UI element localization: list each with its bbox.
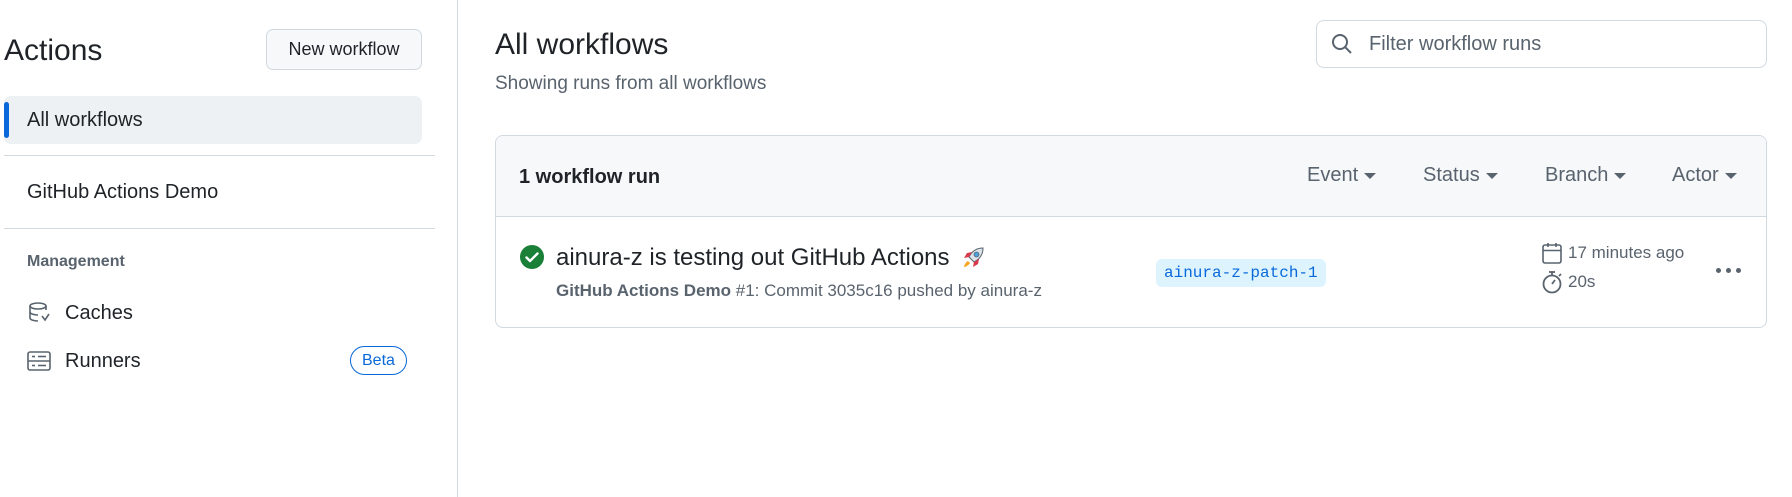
page-subtitle: Showing runs from all workflows [495, 73, 767, 94]
kebab-dot [1735, 267, 1741, 273]
run-time-ago: 17 minutes ago [1540, 241, 1684, 265]
sidebar-title: Actions [4, 34, 103, 67]
sidebar-item-caches[interactable]: Caches [27, 298, 133, 328]
caret-down-icon [1364, 172, 1377, 179]
sidebar: Actions New workflow All workflows GitHu… [0, 0, 458, 497]
runs-header: 1 workflow run Event Status Branch Actor [496, 136, 1766, 217]
rocket-icon [958, 243, 988, 273]
search-icon [1331, 32, 1355, 56]
beta-badge: Beta [350, 346, 407, 375]
time-ago-text: 17 minutes ago [1568, 243, 1685, 262]
dropdown-label: Branch [1545, 164, 1609, 186]
event-filter-dropdown[interactable]: Event [1307, 164, 1377, 187]
sidebar-item-all-workflows[interactable]: All workflows [4, 96, 422, 144]
divider [4, 155, 435, 156]
page-title: All workflows [495, 28, 669, 61]
stopwatch-icon [1540, 270, 1564, 294]
filter-workflow-runs-input[interactable] [1369, 32, 1749, 56]
branch-label[interactable]: ainura-z-patch-1 [1156, 259, 1326, 287]
caret-down-icon [1485, 172, 1498, 179]
sidebar-item-label: All workflows [27, 108, 143, 131]
run-duration: 20s [1540, 270, 1595, 294]
branch-filter-dropdown[interactable]: Branch [1545, 164, 1627, 187]
caret-down-icon [1724, 172, 1737, 179]
workflow-runs-panel: 1 workflow run Event Status Branch Actor… [495, 135, 1767, 328]
run-title-link[interactable]: ainura-z is testing out GitHub Actions [556, 243, 988, 273]
status-filter-dropdown[interactable]: Status [1423, 164, 1498, 187]
run-meta-detail: #1: Commit 3035c16 pushed by ainura-z [731, 281, 1042, 300]
sidebar-item-runners[interactable]: Runners [27, 346, 141, 376]
run-title-text: ainura-z is testing out GitHub Actions [556, 244, 950, 271]
kebab-dot [1715, 267, 1721, 273]
actor-filter-dropdown[interactable]: Actor [1672, 164, 1737, 187]
active-indicator [4, 102, 9, 138]
dropdown-label: Status [1423, 164, 1480, 186]
success-check-icon [520, 245, 544, 269]
management-heading: Management [27, 253, 125, 270]
server-icon [27, 349, 51, 373]
filter-search-box[interactable] [1316, 20, 1767, 68]
run-meta: GitHub Actions Demo #1: Commit 3035c16 p… [556, 281, 1042, 301]
more-options-button[interactable] [1711, 255, 1745, 285]
duration-text: 20s [1568, 272, 1596, 291]
workflow-run-row[interactable]: ainura-z is testing out GitHub Actions G… [496, 217, 1766, 327]
sidebar-item-github-actions-demo[interactable]: GitHub Actions Demo [27, 181, 218, 204]
sidebar-item-label: Runners [65, 349, 141, 372]
calendar-icon [1540, 241, 1564, 265]
caret-down-icon [1614, 172, 1627, 179]
new-workflow-button[interactable]: New workflow [266, 29, 422, 70]
database-icon [27, 301, 51, 325]
dropdown-label: Event [1307, 164, 1359, 186]
runs-count: 1 workflow run [519, 166, 661, 188]
dropdown-label: Actor [1672, 164, 1719, 186]
kebab-dot [1725, 267, 1731, 273]
sidebar-item-label: Caches [65, 301, 133, 324]
divider [4, 228, 435, 229]
run-workflow-name: GitHub Actions Demo [556, 281, 732, 300]
